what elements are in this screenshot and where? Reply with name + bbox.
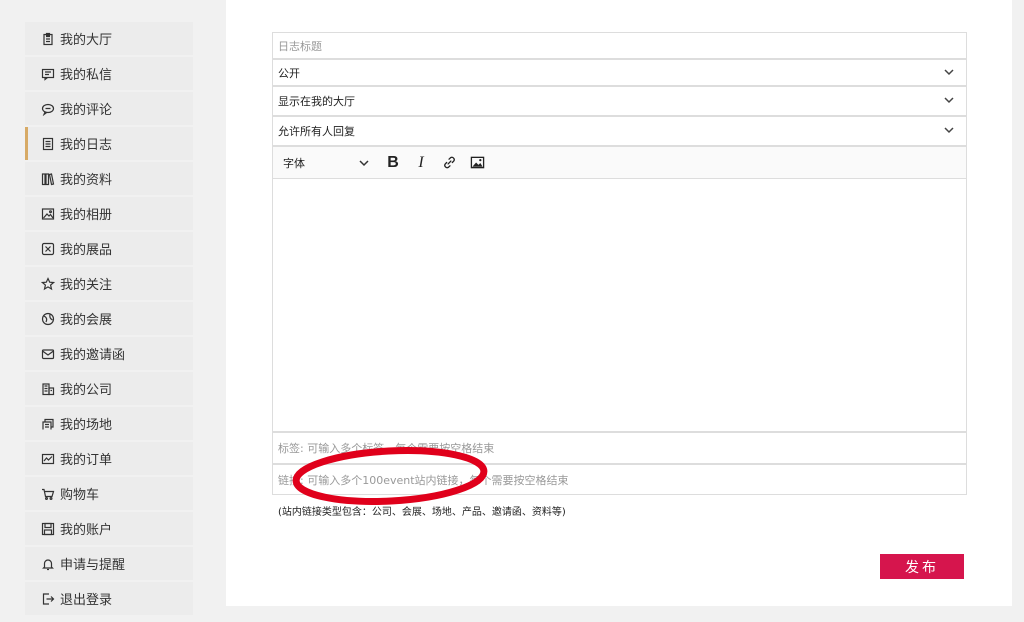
sidebar-item[interactable]: 我的场地 xyxy=(25,407,193,440)
sidebar-item[interactable]: 我的大厅 xyxy=(25,22,193,55)
sidebar-item[interactable]: 我的订单 xyxy=(25,442,193,475)
sidebar-item[interactable]: 我的相册 xyxy=(25,197,193,230)
comment-icon xyxy=(41,102,55,116)
sidebar-item[interactable]: 我的评论 xyxy=(25,92,193,125)
font-select-label: 字体 xyxy=(283,156,305,170)
editor-toolbar: 字体 B I xyxy=(273,147,966,179)
image-icon[interactable] xyxy=(467,153,487,173)
sidebar-item[interactable]: 我的展品 xyxy=(25,232,193,265)
image-icon xyxy=(41,207,55,221)
sidebar-item[interactable]: 购物车 xyxy=(25,477,193,510)
sidebar-item-label: 退出登录 xyxy=(60,593,113,608)
link-icon[interactable] xyxy=(439,153,459,173)
reply-permission-value: 允许所有人回复 xyxy=(278,125,355,138)
log-title-input[interactable]: 日志标题 xyxy=(272,32,967,59)
chevron-down-icon xyxy=(944,67,954,77)
bold-button[interactable]: B xyxy=(383,153,403,173)
rich-text-editor: 字体 B I xyxy=(272,146,967,432)
sidebar-item-label: 我的场地 xyxy=(60,418,113,433)
sidebar-item[interactable]: 退出登录 xyxy=(25,582,193,615)
sidebar-item-label: 我的公司 xyxy=(60,383,113,398)
sidebar-item-label: 我的账户 xyxy=(60,523,113,538)
reply-permission-select[interactable]: 允许所有人回复 xyxy=(272,116,967,146)
display-value: 显示在我的大厅 xyxy=(278,95,355,108)
font-select[interactable]: 字体 xyxy=(283,155,383,171)
star-icon xyxy=(41,276,55,291)
tags-input[interactable]: 标签: 可输入多个标签，每个需要按空格结束 xyxy=(272,432,967,464)
sidebar-item[interactable]: 我的邀请函 xyxy=(25,337,193,370)
sidebar-item-label: 我的大厅 xyxy=(60,33,113,48)
sidebar-item[interactable]: 我的私信 xyxy=(25,57,193,90)
italic-button[interactable]: I xyxy=(411,153,431,173)
chevron-down-icon xyxy=(944,95,954,105)
box-icon xyxy=(41,242,55,256)
envelope-icon xyxy=(41,347,55,361)
log-icon xyxy=(41,137,55,151)
sidebar-item[interactable]: 我的日志 xyxy=(25,127,193,160)
sidebar-item-label: 购物车 xyxy=(60,488,100,503)
order-icon xyxy=(41,452,55,466)
sidebar-nav: 我的大厅我的私信我的评论我的日志我的资料我的相册我的展品我的关注我的会展我的邀请… xyxy=(25,22,193,622)
sidebar-item-label: 我的评论 xyxy=(60,103,113,118)
editor-content-area[interactable] xyxy=(273,179,966,431)
sidebar-item[interactable]: 我的账户 xyxy=(25,512,193,545)
sidebar-item[interactable]: 我的公司 xyxy=(25,372,193,405)
library-icon xyxy=(41,172,55,186)
visibility-value: 公开 xyxy=(278,66,300,80)
sidebar-item-label: 我的资料 xyxy=(60,173,113,188)
sidebar-item-label: 我的关注 xyxy=(60,278,113,293)
links-hint-text: (站内链接类型包含：公司、会展、场地、产品、邀请函、资料等) xyxy=(278,507,566,518)
display-select[interactable]: 显示在我的大厅 xyxy=(272,86,967,116)
sidebar-item-label: 我的邀请函 xyxy=(60,348,126,363)
sidebar-item-label: 申请与提醒 xyxy=(60,558,126,573)
sidebar-item-label: 我的私信 xyxy=(60,68,113,83)
message-icon xyxy=(41,67,55,81)
globe-icon xyxy=(41,312,55,326)
clipboard-icon xyxy=(41,32,55,46)
chevron-down-icon xyxy=(944,125,954,135)
sidebar-item-label: 我的展品 xyxy=(60,243,113,258)
save-icon xyxy=(41,522,55,536)
sidebar-item[interactable]: 我的资料 xyxy=(25,162,193,195)
sidebar-item-label: 我的相册 xyxy=(60,208,113,223)
visibility-select[interactable]: 公开 xyxy=(272,59,967,86)
sidebar-item-label: 我的订单 xyxy=(60,453,113,468)
sidebar-item-label: 我的会展 xyxy=(60,313,113,328)
venue-icon xyxy=(41,417,55,431)
main-panel: 日志标题 公开 显示在我的大厅 允许所有人回复 字体 B I 标签: 可输入多个… xyxy=(226,0,1012,606)
sidebar-item[interactable]: 我的关注 xyxy=(25,267,193,300)
bell-icon xyxy=(41,557,55,571)
logout-icon xyxy=(41,592,55,606)
links-input[interactable]: 链接: 可输入多个100event站内链接，每个需要按空格结束 xyxy=(272,464,967,495)
cart-icon xyxy=(41,487,55,501)
sidebar-item[interactable]: 我的会展 xyxy=(25,302,193,335)
sidebar-item[interactable]: 申请与提醒 xyxy=(25,547,193,580)
chevron-down-icon xyxy=(359,158,369,168)
building-icon xyxy=(41,382,55,396)
publish-button[interactable]: 发布 xyxy=(880,554,964,579)
sidebar-item-label: 我的日志 xyxy=(60,138,113,153)
